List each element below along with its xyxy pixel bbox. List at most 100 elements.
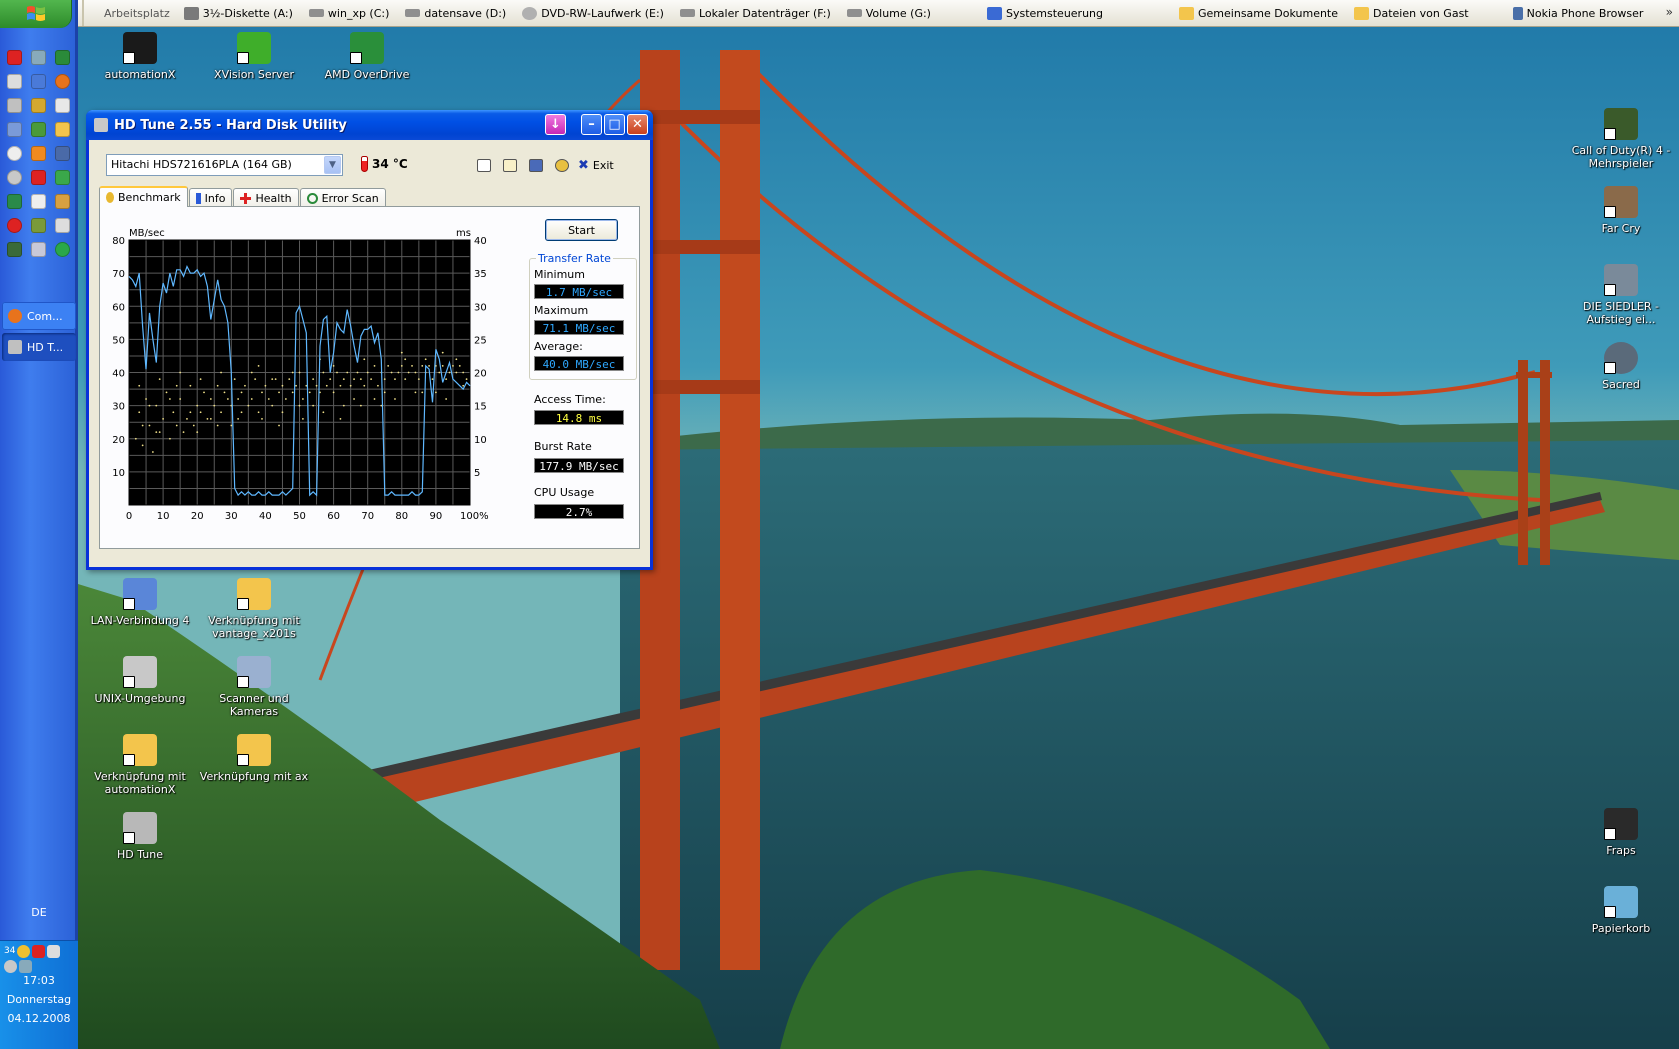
access-time-point [278, 391, 280, 394]
toolbar-item-guest-files[interactable]: Dateien von Gast [1346, 0, 1477, 26]
health-cross-icon [240, 192, 252, 204]
chevron-down-icon[interactable]: ▼ [324, 156, 341, 174]
siedler-icon [1604, 264, 1638, 296]
language-indicator[interactable]: DE [0, 906, 78, 919]
quick-launch-item[interactable] [51, 70, 74, 93]
desktop-icon-cod4[interactable]: Call of Duty(R) 4 - Mehrspieler [1566, 108, 1676, 170]
quick-launch-item[interactable] [51, 118, 74, 141]
desktop-icon-farcry[interactable]: Far Cry [1566, 186, 1676, 235]
quick-launch-item[interactable] [3, 166, 26, 189]
access-time-point [169, 398, 171, 400]
quick-launch-item[interactable] [51, 214, 74, 237]
desktop-icon-unix[interactable]: UNIX-Umgebung [85, 656, 195, 705]
download-button[interactable]: ↓ [545, 114, 566, 135]
toolbar-more-button[interactable]: » [1666, 5, 1673, 19]
toolbar-item-drive-c[interactable]: win_xp (C:) [301, 0, 397, 26]
start-button[interactable]: Start [545, 219, 618, 241]
start-button[interactable] [0, 0, 72, 28]
access-time-point [462, 371, 465, 374]
temperature-icon[interactable]: 34 [4, 945, 15, 958]
quick-launch-item[interactable] [27, 190, 50, 213]
desktop-icon-hdtune[interactable]: HD Tune [85, 812, 195, 861]
quick-launch-item[interactable] [27, 238, 50, 261]
quick-launch-item[interactable] [27, 46, 50, 69]
drive-select[interactable]: Hitachi HDS721616PLA (164 GB) ▼ [106, 154, 343, 176]
desktop-icon-sacred[interactable]: Sacred [1566, 342, 1676, 391]
options-button[interactable] [552, 155, 572, 175]
quick-launch-item[interactable] [27, 166, 50, 189]
task-button-hdtune[interactable]: HD T... [2, 333, 76, 361]
copy-info-button[interactable] [500, 155, 520, 175]
clock-time[interactable]: 17:03 [0, 971, 78, 990]
tab-health[interactable]: Health [233, 188, 299, 207]
quick-launch-item[interactable] [27, 118, 50, 141]
desktop-icon-siedler[interactable]: DIE SIEDLER - Aufstieg ei... [1566, 264, 1676, 326]
quick-launch-item[interactable] [51, 142, 74, 165]
quick-launch-item[interactable] [3, 70, 26, 93]
task-button-browser[interactable]: Com... [2, 302, 76, 330]
y-tick-label: 40 [112, 369, 125, 380]
recycle-bin-icon [1604, 886, 1638, 918]
toolbar-item-drive-f[interactable]: Lokaler Datenträger (F:) [672, 0, 839, 26]
desktop-icon-scanner[interactable]: Scanner und Kameras [199, 656, 309, 718]
tab-info[interactable]: Info [188, 188, 233, 207]
toolbar-item-floppy[interactable]: 3½-Diskette (A:) [176, 0, 301, 26]
app-icon [7, 194, 22, 209]
toolbar-item-control-panel[interactable]: Systemsteuerung [979, 0, 1111, 26]
desktop-icon-lan[interactable]: LAN-Verbindung 4 [85, 578, 195, 627]
quick-launch-item[interactable] [3, 94, 26, 117]
access-time-point [452, 364, 454, 367]
toolbar-item-drive-g[interactable]: Volume (G:) [839, 0, 939, 26]
tray-app-icon[interactable] [47, 945, 60, 958]
exit-button[interactable]: ✖ Exit [574, 154, 618, 176]
toolbar-item-shared-docs[interactable]: Gemeinsame Dokumente [1171, 0, 1346, 26]
quick-launch-item[interactable] [3, 190, 26, 213]
quick-launch-item[interactable] [27, 214, 50, 237]
toolbar-item-drive-d[interactable]: datensave (D:) [397, 0, 514, 26]
access-time-point [445, 398, 448, 400]
quick-launch-item[interactable] [3, 238, 26, 261]
toolbar-item-nokia[interactable]: Nokia Phone Browser [1505, 0, 1652, 26]
desktop-icon-xvision[interactable]: XVision Server [199, 32, 309, 81]
burst-rate-value: 177.9 MB/sec [534, 458, 624, 473]
tray-app-icon[interactable] [17, 945, 30, 958]
copy-button[interactable] [474, 155, 494, 175]
quick-launch-item[interactable] [27, 70, 50, 93]
quick-launch-item[interactable] [51, 46, 74, 69]
toolbar-item-drive-e[interactable]: DVD-RW-Laufwerk (E:) [514, 0, 672, 26]
access-time-point [206, 417, 209, 420]
access-time-point [175, 384, 178, 387]
y-tick-label: 10 [112, 468, 125, 479]
y2-tick-label: 10 [474, 435, 487, 446]
desktop-icon-recycle-bin[interactable]: Papierkorb [1566, 886, 1676, 935]
quick-launch-item[interactable] [51, 94, 74, 117]
quick-launch-item[interactable] [3, 118, 26, 141]
quick-launch-item[interactable] [27, 142, 50, 165]
tab-benchmark[interactable]: Benchmark [99, 186, 188, 207]
window-titlebar[interactable]: HD Tune 2.55 - Hard Disk Utility ↓ – □ ✕ [86, 110, 653, 140]
desktop-icon-automationx[interactable]: automationX [85, 32, 195, 81]
access-time-point [278, 424, 280, 427]
minimize-button[interactable]: – [581, 114, 602, 135]
desktop-icon-vantage[interactable]: Verknüpfung mit vantage_x201s [199, 578, 309, 640]
quick-launch-item[interactable] [51, 190, 74, 213]
magnifier-icon [306, 192, 318, 204]
desktop-icon-link-ax[interactable]: Verknüpfung mit ax [199, 734, 309, 783]
quick-launch-item[interactable] [51, 166, 74, 189]
save-button[interactable] [526, 155, 546, 175]
access-time-point [213, 404, 216, 407]
desktop-icon-fraps[interactable]: Fraps [1566, 808, 1676, 857]
quick-launch-item[interactable] [3, 214, 26, 237]
tray-app-icon[interactable] [4, 960, 17, 973]
access-time-point [233, 378, 236, 381]
quick-launch-item[interactable] [3, 46, 26, 69]
tray-app-icon[interactable] [32, 945, 45, 958]
maximize-button[interactable]: □ [604, 114, 625, 135]
close-button[interactable]: ✕ [627, 114, 648, 135]
desktop-icon-link-automationx[interactable]: Verknüpfung mit automationX [85, 734, 195, 796]
quick-launch-item[interactable] [27, 94, 50, 117]
tab-error-scan[interactable]: Error Scan [299, 188, 386, 207]
desktop-icon-amd-overdrive[interactable]: AMD OverDrive [312, 32, 422, 81]
quick-launch-item[interactable] [3, 142, 26, 165]
quick-launch-item[interactable] [51, 238, 74, 261]
